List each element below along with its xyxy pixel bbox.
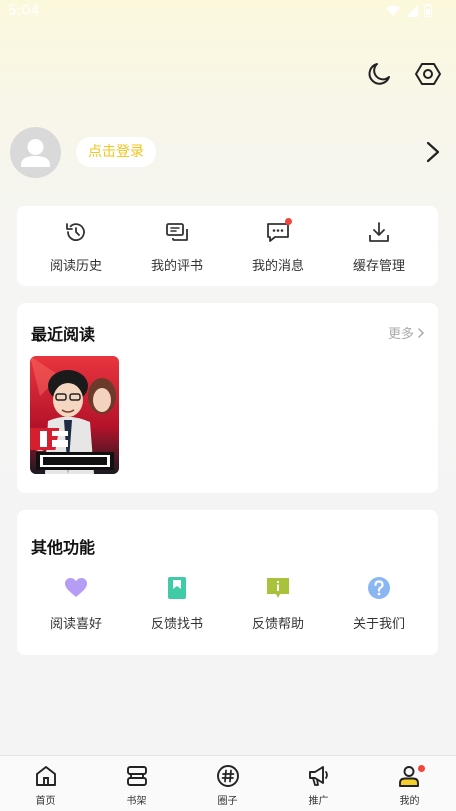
tab-community-label: 圈子 bbox=[217, 796, 238, 807]
tab-mine-label: 我的 bbox=[399, 796, 420, 807]
feedback-find-book-label: 反馈找书 bbox=[150, 617, 203, 632]
about-us-button[interactable]: 关于我们 bbox=[329, 576, 429, 636]
login-button[interactable]: 点击登录 bbox=[76, 137, 156, 167]
more-link[interactable]: 更多 bbox=[388, 323, 426, 342]
cache-management-button[interactable]: 缓存管理 bbox=[329, 206, 429, 286]
my-messages-label: 我的消息 bbox=[251, 259, 304, 274]
comments-icon bbox=[166, 223, 188, 241]
more-label: 更多 bbox=[388, 327, 415, 342]
book-cover[interactable] bbox=[30, 356, 119, 474]
my-messages-button[interactable]: 我的消息 bbox=[228, 206, 328, 286]
tab-bookshelf[interactable]: 书架 bbox=[91, 756, 182, 811]
tab-promotion-label: 推广 bbox=[308, 796, 329, 807]
reading-preference-button[interactable]: 阅读喜好 bbox=[26, 576, 126, 636]
status-bar: 5:04 bbox=[0, 0, 456, 24]
tab-promotion[interactable]: 推广 bbox=[273, 756, 364, 811]
tab-home-label: 首页 bbox=[35, 796, 56, 807]
history-icon bbox=[66, 223, 85, 241]
recent-reading-card: 最近阅读 更多 bbox=[17, 303, 438, 493]
message-badge bbox=[285, 218, 292, 225]
mine-badge bbox=[418, 765, 425, 772]
moon-icon[interactable] bbox=[365, 60, 393, 88]
other-features-card: 其他功能 阅读喜好 反馈找书 反馈帮助 关于我们 bbox=[17, 510, 438, 655]
info-board-icon bbox=[267, 578, 289, 598]
feedback-help-button[interactable]: 反馈帮助 bbox=[228, 576, 328, 636]
shelf-icon bbox=[127, 766, 147, 786]
tab-home[interactable]: 首页 bbox=[0, 756, 91, 811]
status-icons bbox=[386, 4, 432, 17]
battery-icon bbox=[424, 4, 432, 17]
tab-community[interactable]: 圈子 bbox=[182, 756, 273, 811]
reading-history-button[interactable]: 阅读历史 bbox=[26, 206, 126, 286]
chevron-right-small-icon bbox=[418, 327, 425, 338]
default-avatar-icon bbox=[21, 139, 50, 167]
download-icon bbox=[369, 222, 389, 242]
recent-reading-title: 最近阅读 bbox=[31, 325, 96, 344]
wifi-icon bbox=[386, 5, 400, 16]
feedback-find-book-button[interactable]: 反馈找书 bbox=[127, 576, 227, 636]
quick-actions-card: 阅读历史 我的评书 我的消息 缓存管理 bbox=[17, 206, 438, 286]
status-time: 5:04 bbox=[8, 3, 40, 19]
my-comments-label: 我的评书 bbox=[150, 259, 203, 274]
signal-icon bbox=[406, 4, 418, 17]
question-icon bbox=[368, 577, 390, 599]
reading-history-label: 阅读历史 bbox=[49, 259, 102, 274]
tab-mine[interactable]: 我的 bbox=[364, 756, 455, 811]
cache-management-label: 缓存管理 bbox=[352, 259, 405, 274]
avatar[interactable] bbox=[10, 127, 61, 178]
home-icon bbox=[36, 766, 56, 786]
bottom-tab-bar: 首页 书架 圈子 推广 我的 bbox=[0, 755, 456, 811]
hashtag-icon bbox=[217, 765, 239, 787]
other-features-title: 其他功能 bbox=[31, 538, 96, 557]
about-us-label: 关于我们 bbox=[352, 617, 405, 632]
bookmark-book-icon bbox=[168, 577, 186, 599]
tab-bookshelf-label: 书架 bbox=[126, 796, 147, 807]
chevron-right-icon[interactable] bbox=[424, 141, 442, 163]
settings-hexagon-icon[interactable] bbox=[414, 60, 442, 88]
comic-cover-image bbox=[30, 356, 119, 474]
megaphone-icon bbox=[309, 766, 328, 786]
feedback-help-label: 反馈帮助 bbox=[251, 617, 304, 632]
reading-preference-label: 阅读喜好 bbox=[49, 617, 102, 632]
heart-icon bbox=[65, 578, 87, 597]
my-comments-button[interactable]: 我的评书 bbox=[127, 206, 227, 286]
